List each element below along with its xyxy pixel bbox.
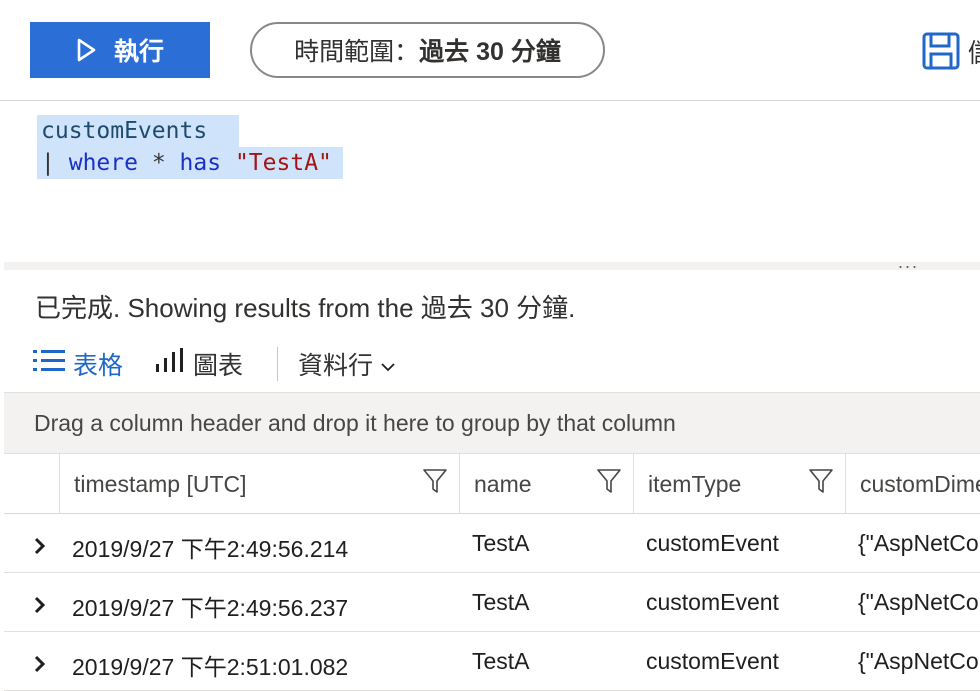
cell-customdimensions: {"AspNetCo [858,648,979,674]
column-header-timestamp[interactable]: timestamp [UTC] [60,453,460,513]
where-keyword: where [68,150,138,176]
cell-name: TestA [472,648,530,674]
filter-icon[interactable] [596,467,622,501]
chevron-right-icon[interactable] [34,534,46,561]
time-range-picker[interactable]: 時間範圍： 過去 30 分鐘 [250,22,605,78]
pipe-token: | [41,150,55,176]
column-header-name[interactable]: name [460,453,634,513]
tab-table-label: 表格 [73,352,124,380]
column-header-label: itemType [648,471,742,497]
chevron-down-icon [381,350,395,379]
column-header-itemtype[interactable]: itemType [634,453,846,513]
results-grid: timestamp [UTC] name itemType customDime… [4,453,980,691]
column-header-label: timestamp [UTC] [74,471,247,497]
time-range-value: 過去 30 分鐘 [419,38,561,66]
grid-header: timestamp [UTC] name itemType customDime [4,453,980,514]
cell-name: TestA [472,589,530,615]
query-toolbar: 執行 時間範圍： 過去 30 分鐘 儲 [0,0,980,101]
chevron-right-icon[interactable] [34,593,46,620]
columns-dropdown-label: 資料行 [298,352,374,380]
column-header-label: customDime [860,471,980,497]
column-header-label: name [474,471,532,497]
code-line-1[interactable]: customEvents [37,115,239,147]
cell-name: TestA [472,530,530,556]
cell-timestamp: 2019/9/27 下午2:51:01.082 [72,654,349,680]
query-editor[interactable]: customEvents | where * has "TestA" [4,101,980,262]
chevron-right-icon[interactable] [34,652,46,679]
expand-column-header [4,453,60,513]
cell-itemtype: customEvent [646,530,779,556]
has-keyword: has [179,150,222,176]
result-view-tabs: 表格 圖表 資料行 [33,342,427,386]
group-by-hint: Drag a column header and drop it here to… [34,410,676,436]
group-by-drop-zone[interactable]: Drag a column header and drop it here to… [4,392,980,454]
filter-icon[interactable] [808,467,834,501]
tab-chart-label: 圖表 [193,352,244,380]
time-range-label: 時間範圍： [294,38,420,66]
columns-dropdown[interactable]: 資料行 [298,346,395,382]
tab-divider [277,347,279,381]
more-options-icon[interactable]: ... [898,252,919,273]
results-status: 已完成. Showing results from the 過去 30 分鐘. [35,293,576,323]
cell-timestamp: 2019/9/27 下午2:49:56.214 [72,536,349,562]
run-button-label: 執行 [113,38,164,66]
cell-timestamp: 2019/9/27 下午2:49:56.237 [72,595,349,621]
star-token: * [151,150,166,176]
save-icon[interactable] [922,32,960,75]
tab-chart[interactable]: 圖表 [155,346,243,382]
tab-table[interactable]: 表格 [33,346,123,382]
cell-itemtype: customEvent [646,589,779,615]
run-button[interactable]: 執行 [30,22,210,78]
editor-resize-splitter[interactable] [4,262,980,270]
save-button-label[interactable]: 儲 [968,33,980,70]
cell-customdimensions: {"AspNetCo [858,530,979,556]
table-row[interactable]: 2019/9/27 下午2:49:56.237 TestA customEven… [4,573,980,632]
list-icon [33,348,65,381]
table-row[interactable]: 2019/9/27 下午2:51:01.082 TestA customEven… [4,632,980,691]
table-row[interactable]: 2019/9/27 下午2:49:56.214 TestA customEven… [4,514,980,573]
bar-chart-icon [155,347,185,381]
code-line-2[interactable]: | where * has "TestA" [37,147,343,179]
string-literal: "TestA" [234,150,332,176]
column-header-customdimensions[interactable]: customDime [846,453,980,513]
cell-itemtype: customEvent [646,648,779,674]
filter-icon[interactable] [422,467,448,501]
play-icon [76,38,96,62]
cell-customdimensions: {"AspNetCo [858,589,979,615]
